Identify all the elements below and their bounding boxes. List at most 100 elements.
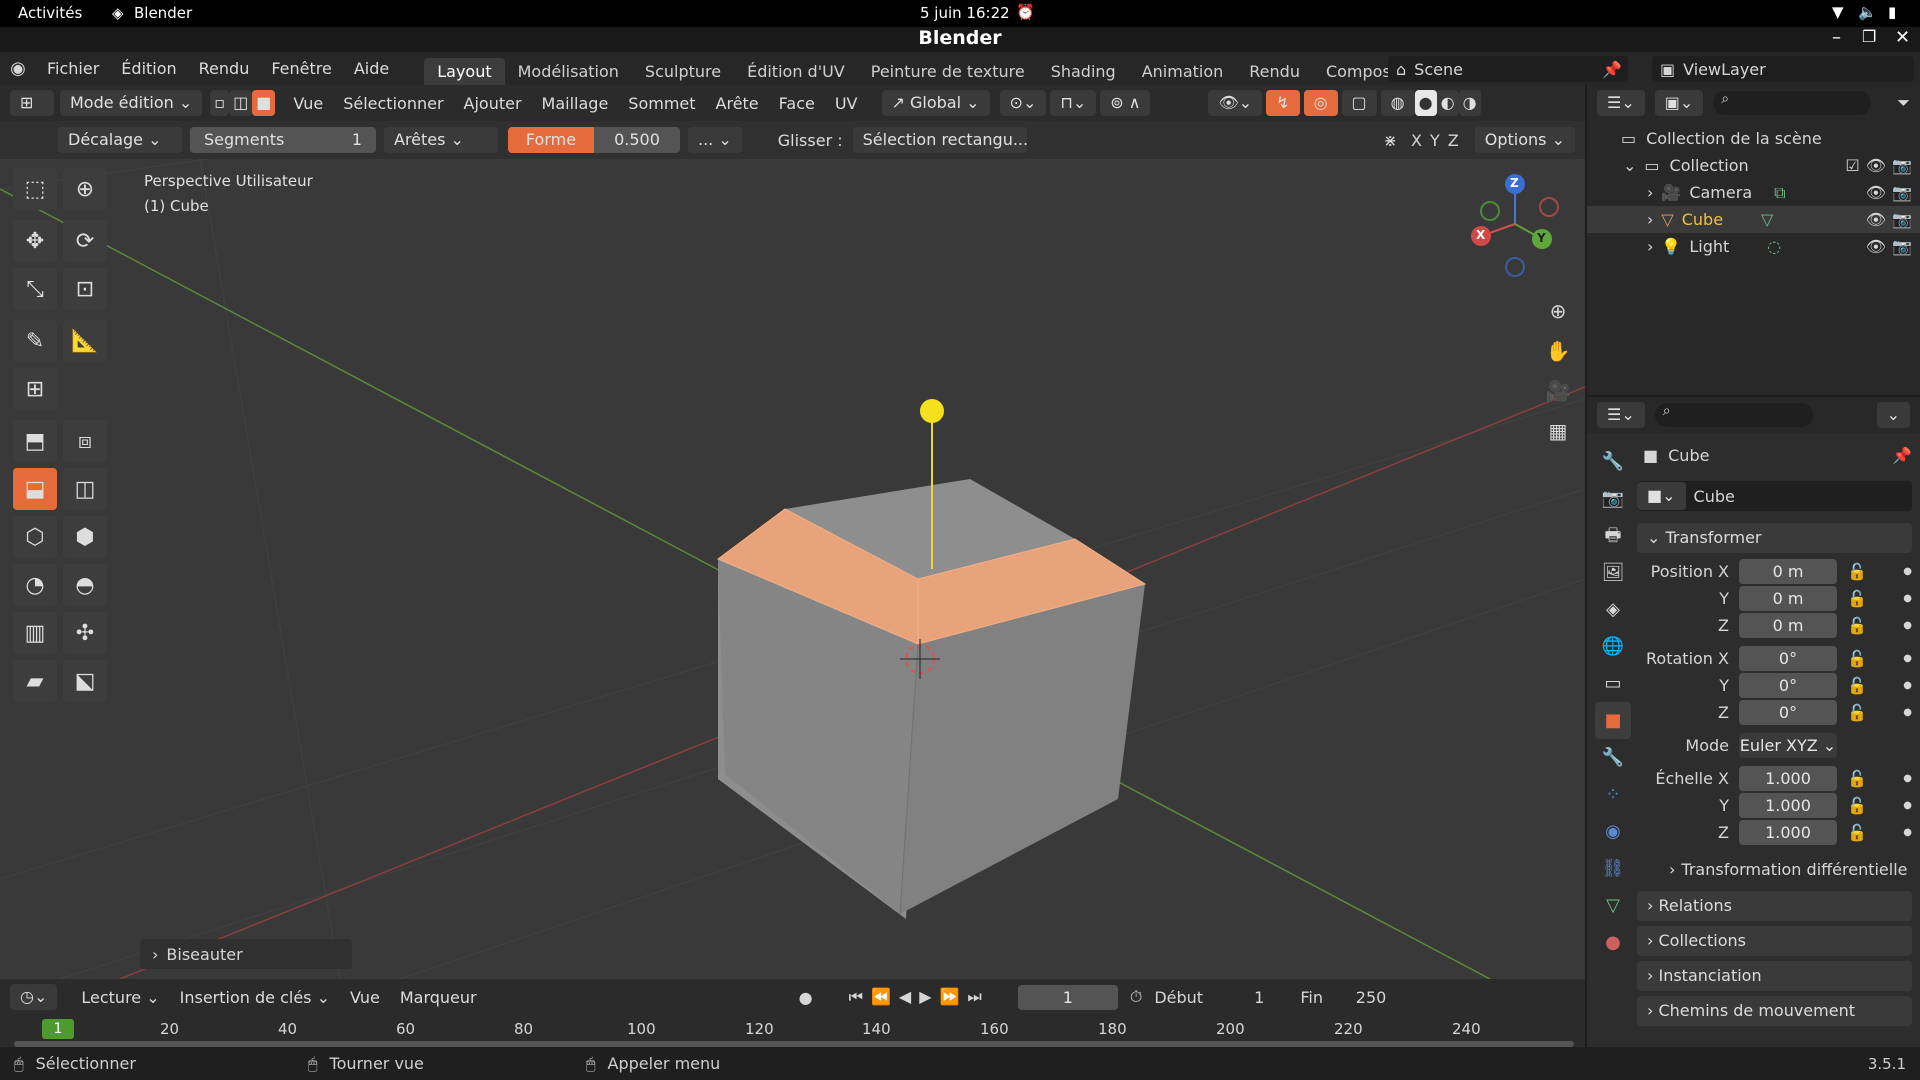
scale-y-field[interactable]: 1.000 (1739, 793, 1837, 818)
current-frame-field[interactable]: 1 (1017, 984, 1118, 1010)
tab-animation[interactable]: Animation (1129, 58, 1237, 85)
position-x-field[interactable]: 0 m (1739, 559, 1837, 584)
rip-icon[interactable]: ⬕ (63, 660, 107, 702)
keying-menu[interactable]: Insertion de clés ⌄ (170, 988, 340, 1007)
knife-icon[interactable]: ⬡ (13, 516, 57, 558)
zoom-icon[interactable]: ⊕ (1540, 291, 1576, 331)
light-data-icon[interactable]: ◌ (1767, 237, 1781, 256)
outliner-item-light[interactable]: › 💡 Light ◌ 👁 📷 (1587, 233, 1920, 260)
collections-panel[interactable]: › Collections (1637, 926, 1912, 956)
measure-icon[interactable]: 📐 (63, 320, 107, 362)
pan-hand-icon[interactable]: ✋ (1540, 331, 1576, 371)
relations-panel[interactable]: › Relations (1637, 891, 1912, 921)
collection-tab-icon[interactable]: ▭ (1595, 665, 1631, 702)
start-frame-field[interactable]: Début 1 (1154, 988, 1264, 1007)
operator-panel[interactable]: › Biseauter (140, 939, 352, 969)
properties-editor-type-icon[interactable]: ☰⌄ (1597, 402, 1645, 428)
viewlayer-selector[interactable]: ▣ ViewLayer (1652, 56, 1914, 82)
keyframe-dot[interactable]: ● (1903, 593, 1912, 604)
datetime[interactable]: 5 juin 16:22 (920, 4, 1010, 22)
smooth-icon[interactable]: ◓ (63, 564, 107, 606)
tab-layout[interactable]: Layout (424, 58, 505, 85)
render-camera-icon[interactable]: 📷 (1892, 237, 1912, 256)
keyframe-dot[interactable]: ● (1903, 707, 1912, 718)
lock-icon[interactable]: 🔓 (1847, 676, 1867, 695)
delta-transform-subpanel[interactable]: › Transformation différentielle (1637, 852, 1912, 886)
lock-icon[interactable]: 🔓 (1847, 703, 1867, 722)
gizmo-icon[interactable]: ↯ (1266, 90, 1300, 116)
add-cube-icon[interactable]: ⊞ (13, 368, 57, 410)
xray-icon[interactable]: ▢ (1341, 90, 1377, 116)
chevron-right-icon[interactable]: › (1647, 210, 1653, 229)
rotation-z-field[interactable]: 0° (1739, 700, 1837, 725)
pin-icon[interactable]: 📌 (1892, 446, 1912, 465)
mirror-z-toggle[interactable]: Z (1444, 131, 1463, 150)
position-z-field[interactable]: 0 m (1739, 613, 1837, 638)
rendered-shading-icon[interactable]: ◑ (1458, 90, 1481, 116)
properties-search-input[interactable]: ⌕ (1654, 403, 1813, 427)
camera-view-icon[interactable]: 🎥 (1540, 371, 1576, 411)
keyframe-dot[interactable]: ● (1903, 773, 1912, 784)
chevron-right-icon[interactable]: › (1647, 183, 1653, 202)
keyframe-dot[interactable]: ● (1903, 653, 1912, 664)
cursor-icon[interactable]: ⊕ (63, 168, 107, 210)
proportional-edit-icon[interactable]: ⊚ ∧ (1100, 90, 1151, 116)
menu-help[interactable]: Aide (343, 52, 400, 85)
options-dropdown[interactable]: Options ⌄ (1474, 127, 1575, 153)
mirror-icon[interactable]: ⋇ (1374, 131, 1407, 150)
lock-icon[interactable]: 🔓 (1847, 616, 1867, 635)
output-tab-icon[interactable]: 🖶 (1595, 517, 1631, 554)
mirror-x-toggle[interactable]: X (1407, 131, 1426, 150)
outliner-search-input[interactable]: ⌕ (1713, 91, 1872, 115)
frame-1-playhead[interactable]: 1 (42, 1019, 74, 1039)
collection-row[interactable]: ⌄ ▭ Collection ☑ 👁 📷 (1587, 152, 1920, 179)
scene-selector[interactable]: ⌂ Scene 📌 (1388, 56, 1628, 82)
edge-select-icon[interactable]: ◫ (229, 90, 253, 116)
pin-icon[interactable]: 📌 (1602, 60, 1628, 79)
lock-icon[interactable]: 🔓 (1847, 589, 1867, 608)
app-name[interactable]: Blender (134, 4, 192, 22)
material-shading-icon[interactable]: ◐ (1436, 90, 1459, 116)
snap-icon[interactable]: ⊓⌄ (1050, 90, 1097, 116)
light-gizmo[interactable] (920, 399, 944, 423)
material-tab-icon[interactable]: ● (1595, 924, 1631, 961)
editor-type-icon[interactable]: ⊞ (10, 90, 54, 116)
close-icon[interactable]: ✕ (1895, 27, 1910, 48)
mesh-data-icon[interactable]: ▽ (1761, 210, 1773, 229)
menu-select[interactable]: Sélectionner (333, 94, 453, 113)
motion-paths-panel[interactable]: › Chemins de mouvement (1637, 996, 1912, 1026)
timer-icon[interactable]: ⏱ (1130, 987, 1142, 1007)
timeline-editor-type-icon[interactable]: ◷⌄ (10, 984, 58, 1010)
transform-orientation[interactable]: ↗ Global ⌄ (881, 90, 990, 116)
tab-rendering[interactable]: Rendu (1236, 58, 1313, 85)
inset-icon[interactable]: ⧈ (63, 420, 107, 462)
eye-icon[interactable]: 👁 (1866, 156, 1886, 175)
lock-icon[interactable]: 🔓 (1847, 649, 1867, 668)
viewport-canvas[interactable] (0, 159, 1585, 979)
scale-x-field[interactable]: 1.000 (1739, 766, 1837, 791)
timeline-view-menu[interactable]: Vue (340, 988, 390, 1007)
menu-vertex[interactable]: Sommet (618, 94, 705, 113)
shear-icon[interactable]: ▰ (13, 660, 57, 702)
scale-icon[interactable]: ⤡ (13, 268, 57, 310)
menu-mesh[interactable]: Maillage (532, 94, 619, 113)
modifier-tab-icon[interactable]: 🔧 (1595, 739, 1631, 776)
wifi-icon[interactable]: ▼ (1832, 3, 1844, 21)
marker-menu[interactable]: Marqueur (390, 988, 487, 1007)
volume-icon[interactable]: 🔈 (1858, 3, 1877, 21)
keyframe-dot[interactable]: ● (1903, 800, 1912, 811)
scene-tab-icon[interactable]: ◈ (1595, 591, 1631, 628)
transform-panel-header[interactable]: ⌄ Transformer (1637, 523, 1912, 553)
menu-add[interactable]: Ajouter (454, 94, 532, 113)
position-y-field[interactable]: 0 m (1739, 586, 1837, 611)
face-select-icon[interactable]: ■ (252, 90, 276, 116)
ortho-grid-icon[interactable]: ▦ (1540, 411, 1576, 451)
tab-modeling[interactable]: Modélisation (505, 58, 632, 85)
lock-icon[interactable]: 🔓 (1847, 769, 1867, 788)
eye-icon[interactable]: 👁 (1866, 210, 1886, 229)
wireframe-shading-icon[interactable]: ◍ (1380, 90, 1415, 116)
edge-slide-icon[interactable]: ▥ (13, 612, 57, 654)
playback-controls[interactable]: ⏮⏪◀▶⏩⏭ (849, 987, 990, 1007)
tab-sculpting[interactable]: Sculpture (632, 58, 734, 85)
filter-icon[interactable]: ⏷ (1897, 93, 1920, 113)
